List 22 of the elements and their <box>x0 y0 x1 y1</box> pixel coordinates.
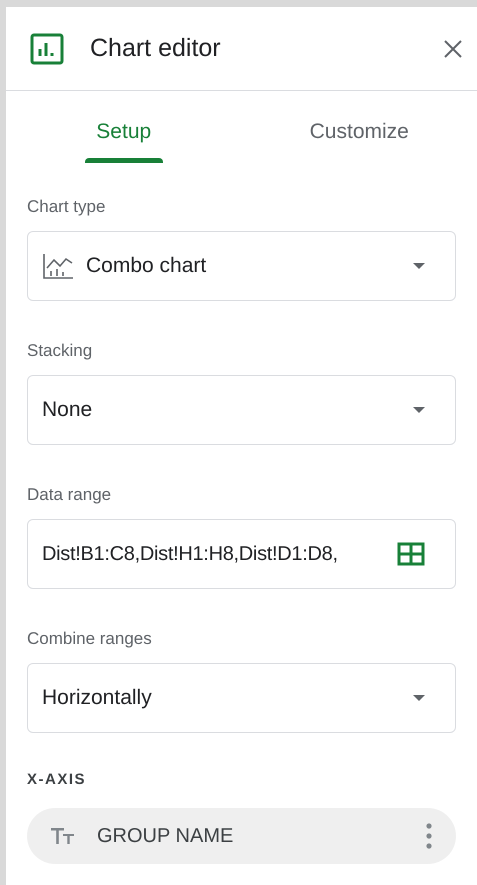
panel-title: Chart editor <box>90 32 222 64</box>
chart-icon <box>30 32 64 64</box>
tab[interactable]: Setup <box>6 101 242 163</box>
dropdown-caret-icon <box>413 263 425 269</box>
dropdown-caret-icon <box>413 695 425 701</box>
section-heading: X-AXIS <box>27 770 88 790</box>
field-label: Chart type <box>27 197 106 217</box>
field-label: Stacking <box>27 341 94 361</box>
dropdown-select[interactable]: Combo chart <box>27 231 456 301</box>
tab[interactable]: Customize <box>242 101 477 163</box>
axis-chip[interactable]: GROUP NAME <box>27 808 456 864</box>
field-label: Combine ranges <box>27 629 153 649</box>
grid-select-icon[interactable] <box>397 542 425 566</box>
combo-chart-icon <box>42 252 74 280</box>
data-range-field[interactable]: Dist!B1:C8,Dist!H1:H8,Dist!D1:D8, <box>27 519 456 589</box>
dropdown-caret-icon <box>413 407 425 413</box>
field-label: Data range <box>27 485 112 505</box>
text-type-icon <box>51 828 75 844</box>
dropdown-select[interactable]: Horizontally <box>27 663 456 733</box>
more-options-icon[interactable] <box>426 822 432 848</box>
dropdown-select[interactable]: None <box>27 375 456 445</box>
close-icon[interactable] <box>443 38 463 58</box>
